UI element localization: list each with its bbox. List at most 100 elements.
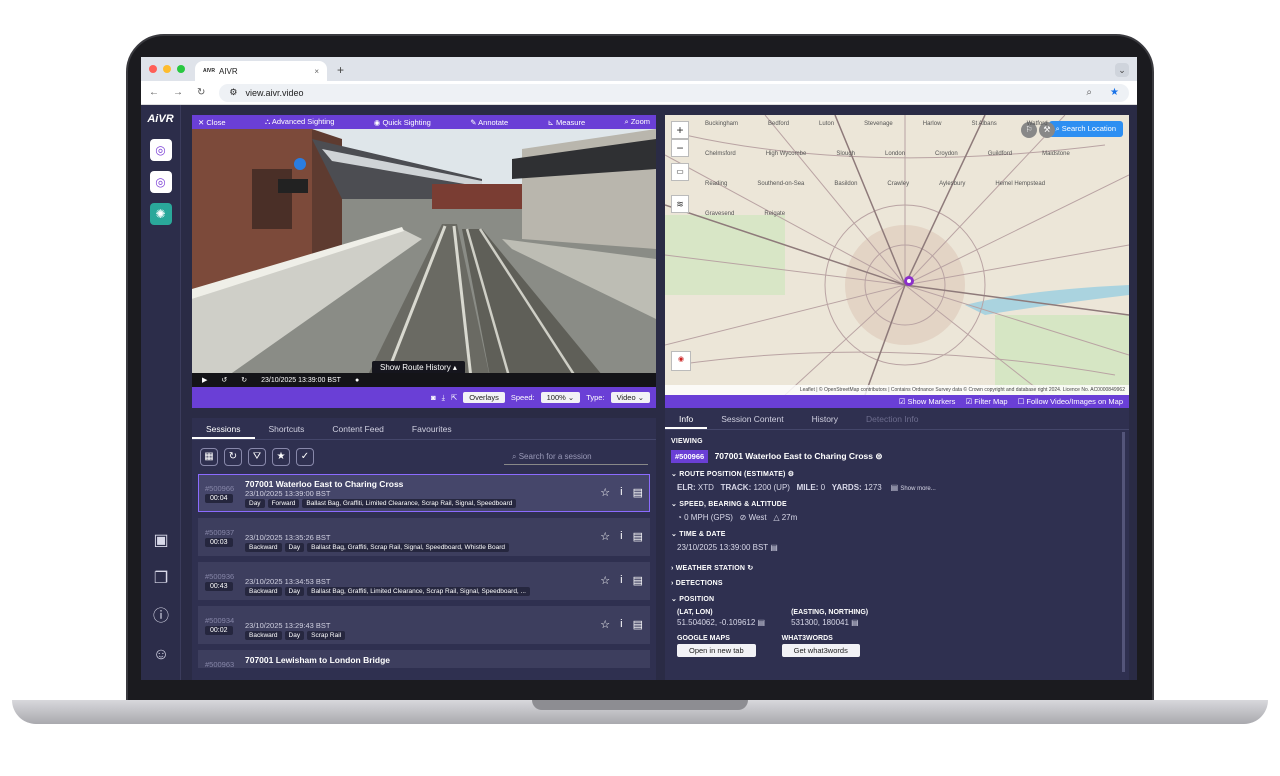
favourite-star-icon[interactable]: ☆ xyxy=(600,530,610,543)
overlays-button[interactable]: Overlays xyxy=(463,392,505,403)
route-position-values: ELR: XTD TRACK: 1200 (UP) MILE: 0 YARDS:… xyxy=(671,483,1123,492)
app-icon-video[interactable]: ◎ xyxy=(149,139,172,161)
close-window-button[interactable] xyxy=(149,65,157,73)
rewind-icon[interactable]: ↺ xyxy=(221,376,227,384)
follow-video-toggle[interactable]: ☐ Follow Video/Images on Map xyxy=(1018,397,1123,406)
session-row[interactable]: #500966 00:04 707001 Waterloo East to Ch… xyxy=(198,474,650,512)
session-row[interactable]: #500937 00:03 23/10/2025 13:35:26 BST Ba… xyxy=(198,518,650,556)
camera-icon[interactable]: ◙ xyxy=(431,393,436,402)
close-button[interactable]: ✕ Close xyxy=(198,118,226,127)
film-icon[interactable]: ▤ xyxy=(633,574,643,587)
tab-shortcuts[interactable]: Shortcuts xyxy=(255,418,319,439)
video-frame[interactable] xyxy=(192,129,656,387)
session-row[interactable]: #500934 00:02 23/10/2025 13:29:43 BST Ba… xyxy=(198,606,650,644)
share-icon[interactable]: ⇱ xyxy=(451,393,457,402)
map-panel[interactable]: + − ▭ ≋ ◉ ⌕ Search Location ⚐ ⚒ Buckingh… xyxy=(665,115,1129,395)
measure-map-icon[interactable]: ▭ xyxy=(671,163,689,181)
download-icon[interactable]: ⤓ xyxy=(442,393,445,403)
map-label: Luton xyxy=(819,121,835,127)
maximize-window-button[interactable] xyxy=(177,65,185,73)
reload-icon[interactable]: ↻ xyxy=(197,87,205,98)
calendar-icon[interactable]: ▦ xyxy=(200,448,218,466)
check-icon[interactable]: ✓ xyxy=(296,448,314,466)
position-heading[interactable]: ⌄ POSITION xyxy=(671,595,1123,603)
zoom-button[interactable]: ⌕ Zoom xyxy=(625,117,650,127)
bookmark-star-icon[interactable]: ★ xyxy=(1110,87,1119,98)
back-icon[interactable]: ← xyxy=(149,87,159,98)
refresh-icon[interactable]: ↻ xyxy=(224,448,242,466)
route-position-heading[interactable]: ⌄ ROUTE POSITION (ESTIMATE) ⚙ xyxy=(671,470,1123,478)
time-heading[interactable]: ⌄ TIME & DATE xyxy=(671,530,1123,538)
tab-favourites[interactable]: Favourites xyxy=(398,418,466,439)
route-position-label: ROUTE POSITION (ESTIMATE) xyxy=(679,471,786,478)
film-icon[interactable]: ▤ xyxy=(633,530,643,543)
map-label: Aylesbury xyxy=(939,181,966,187)
favourite-star-icon[interactable]: ☆ xyxy=(600,574,610,587)
help-icon[interactable]: ⓘ xyxy=(141,598,181,636)
clipboard-icon[interactable]: ▤ xyxy=(851,618,859,627)
map-zoom-out-button[interactable]: − xyxy=(671,139,689,157)
new-tab-button[interactable]: + xyxy=(327,63,344,81)
tab-content-feed[interactable]: Content Feed xyxy=(318,418,398,439)
speed-values: ◔ 0 MPH (GPS) ⊘ West △ 27m xyxy=(671,513,1123,522)
user-icon[interactable]: ☺ xyxy=(141,636,181,674)
advanced-sighting-button[interactable]: ⛬ Advanced Sighting xyxy=(265,117,334,127)
tab-info[interactable]: Info xyxy=(665,408,708,429)
forward-icon[interactable]: ↻ xyxy=(241,376,247,384)
gallery-icon[interactable]: ▣ xyxy=(141,522,181,560)
type-select[interactable]: Video ⌄ xyxy=(610,392,650,403)
annotate-button[interactable]: ✎ Annotate xyxy=(470,118,508,127)
session-row[interactable]: #500963 707001 Lewisham to London Bridge xyxy=(198,650,650,668)
get-what3words-button[interactable]: Get what3words xyxy=(781,644,860,657)
tab-history[interactable]: History xyxy=(798,408,852,429)
tab-session-content[interactable]: Session Content xyxy=(707,408,797,429)
map-layers-icon[interactable]: ≋ xyxy=(671,195,689,213)
speed-select[interactable]: 100% ⌄ xyxy=(540,392,581,403)
filter-icon[interactable]: ⛛ xyxy=(248,448,266,466)
info-icon[interactable]: i xyxy=(620,574,622,587)
quick-sighting-button[interactable]: ◉ Quick Sighting xyxy=(374,118,431,127)
scrubber-handle-icon[interactable]: ● xyxy=(355,377,359,384)
app-icon-network[interactable]: ✺ xyxy=(149,203,172,225)
url-field[interactable]: ⚙ view.aivr.video ⌕ ★ xyxy=(219,83,1129,102)
map-label: Crawley xyxy=(887,181,910,187)
gear-icon[interactable]: ⚙ xyxy=(786,471,795,478)
tab-sessions[interactable]: Sessions xyxy=(192,418,255,439)
show-markers-toggle[interactable]: ☑ Show Markers xyxy=(899,397,956,406)
clipboard-icon[interactable]: ▤ xyxy=(758,618,766,627)
info-icon[interactable]: i xyxy=(620,618,622,631)
weather-heading[interactable]: › WEATHER STATION ↻ xyxy=(671,564,1123,572)
minimize-window-button[interactable] xyxy=(163,65,171,73)
chevron-down-icon: ⌄ xyxy=(671,471,680,478)
session-search-input[interactable]: ⌕ Search for a session xyxy=(504,449,648,465)
film-icon[interactable]: ▤ xyxy=(633,618,643,631)
info-scrollbar[interactable] xyxy=(1122,432,1125,672)
close-tab-icon[interactable]: × xyxy=(314,67,319,76)
browser-tab[interactable]: AIVR AIVR × xyxy=(195,61,327,81)
clipboard-icon[interactable]: ▤ xyxy=(770,543,778,552)
speed-heading[interactable]: ⌄ SPEED, BEARING & ALTITUDE xyxy=(671,500,1123,508)
open-google-maps-button[interactable]: Open in new tab xyxy=(677,644,756,657)
detections-heading[interactable]: › DETECTIONS xyxy=(671,580,1123,587)
zoom-icon[interactable]: ⌕ xyxy=(1086,87,1092,98)
map-zoom-in-button[interactable]: + xyxy=(671,121,689,139)
tab-list-chevron-icon[interactable]: ⌄ xyxy=(1115,63,1129,77)
info-icon[interactable]: i xyxy=(620,530,622,543)
favourite-star-icon[interactable]: ☆ xyxy=(600,618,610,631)
layers-icon[interactable]: ❐ xyxy=(141,560,181,598)
forward-icon[interactable]: → xyxy=(173,87,183,98)
favourite-star-icon[interactable]: ☆ xyxy=(600,486,610,499)
session-row[interactable]: #500936 00:43 23/10/2025 13:34:53 BST Ba… xyxy=(198,562,650,600)
show-more-link[interactable]: Show more... xyxy=(900,486,935,492)
play-icon[interactable]: ▶ xyxy=(202,376,207,384)
info-icon[interactable]: i xyxy=(620,486,622,499)
app-icon-sessions[interactable]: ◎ xyxy=(149,171,172,193)
session-date: 23/10/2025 13:35:26 BST xyxy=(245,533,331,542)
measure-button[interactable]: ⊾ Measure xyxy=(548,118,586,127)
site-settings-icon[interactable]: ⚙ xyxy=(229,87,237,98)
clipboard-icon[interactable]: ▤ xyxy=(891,483,899,492)
star-icon[interactable]: ★ xyxy=(272,448,290,466)
refresh-icon[interactable]: ↻ xyxy=(745,565,753,572)
film-icon[interactable]: ▤ xyxy=(633,486,643,499)
filter-map-toggle[interactable]: ☑ Filter Map xyxy=(965,397,1007,406)
